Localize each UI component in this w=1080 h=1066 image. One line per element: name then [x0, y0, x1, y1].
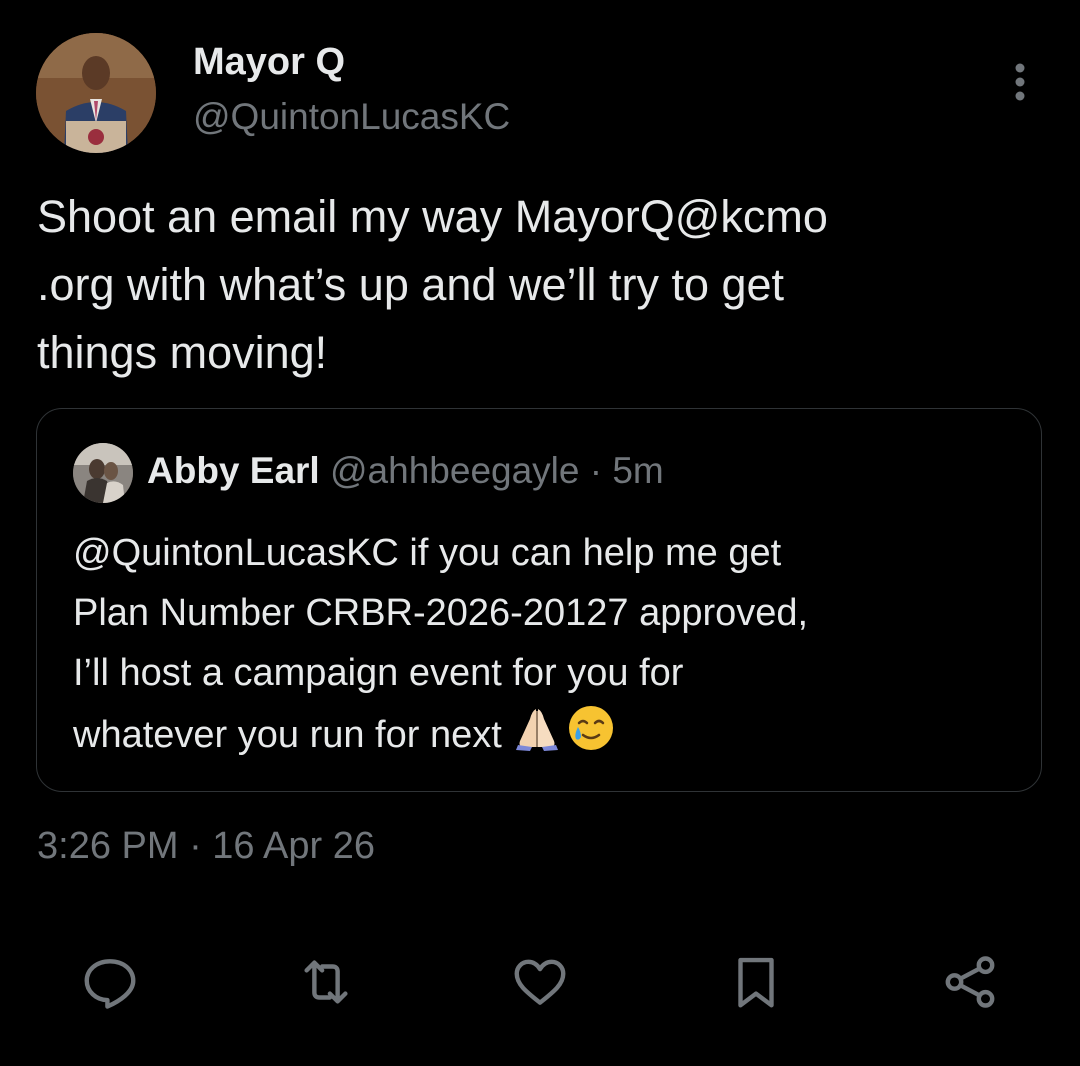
quoted-tweet-text: @QuintonLucasKC if you can help me get P… [73, 532, 809, 756]
share-icon [945, 956, 995, 1008]
tweet-text: Shoot an email my way MayorQ@kcmo .org w… [37, 191, 828, 378]
author-display-name[interactable]: Mayor Q [193, 38, 345, 86]
reply-button[interactable] [70, 942, 150, 1022]
author-avatar-image [36, 33, 156, 153]
share-button[interactable] [930, 942, 1010, 1022]
quoted-author-avatar [73, 443, 133, 503]
more-vertical-icon [1015, 63, 1025, 101]
quoted-author-display-name: Abby Earl [147, 450, 320, 491]
quoted-tweet-card[interactable]: Abby Earl @ahhbeegayle · 5m @QuintonLuca… [36, 408, 1042, 792]
retweet-icon [304, 960, 348, 1004]
quoted-author-meta: @ahhbeegayle · 5m [319, 450, 664, 491]
tweet-timestamp[interactable]: 3:26 PM · 16 Apr 26 [37, 822, 375, 870]
tweet: Mayor Q @QuintonLucasKC Shoot an email m… [0, 0, 1080, 1066]
more-options-button[interactable] [1000, 58, 1040, 106]
heart-icon [514, 959, 566, 1005]
tweet-action-bar [0, 942, 1080, 1022]
bookmark-button[interactable] [716, 942, 796, 1022]
bookmark-icon [738, 957, 774, 1008]
author-handle[interactable]: @QuintonLucasKC [193, 94, 510, 140]
folded-hands-emoji [515, 709, 558, 751]
smiling-face-with-tear-emoji [568, 706, 613, 750]
retweet-button[interactable] [286, 942, 366, 1022]
quoted-author-avatar-image [73, 443, 133, 503]
quoted-tweet-text-block: @QuintonLucasKC if you can help me get P… [73, 523, 1023, 765]
author-avatar[interactable] [36, 33, 156, 153]
quoted-tweet-header: Abby Earl @ahhbeegayle · 5m [147, 447, 664, 495]
like-button[interactable] [500, 942, 580, 1022]
reply-icon [84, 959, 136, 1009]
quoted-tweet-emojis [512, 703, 616, 753]
